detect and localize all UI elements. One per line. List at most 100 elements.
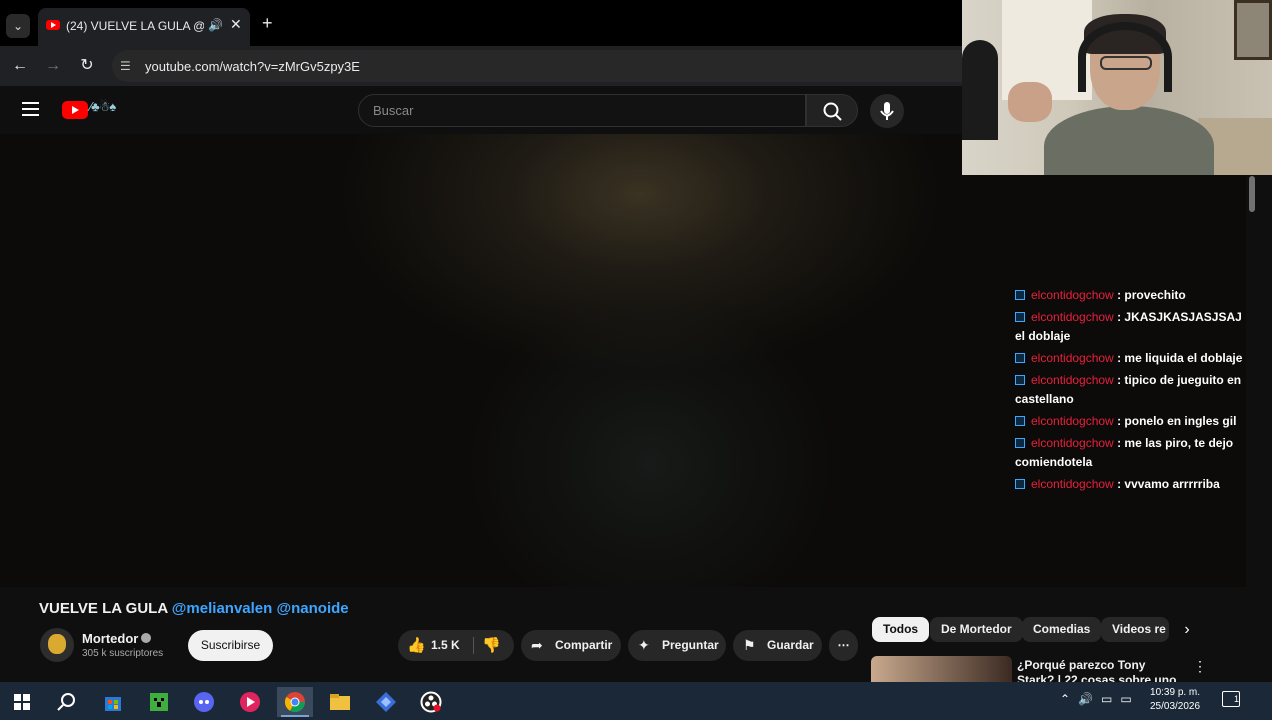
chat-badge-icon xyxy=(1015,290,1025,300)
browser-tab[interactable]: (24) VUELVE LA GULA @melianvalen 🔊 ✕ xyxy=(38,8,250,46)
youtube-favicon-icon xyxy=(46,20,60,30)
minecraft-icon[interactable] xyxy=(141,687,177,717)
chat-message: elcontidogchow : JKASJKASJASJSAJ el dobl… xyxy=(1015,308,1243,346)
chrome-icon[interactable] xyxy=(277,687,313,717)
page-scrollbar-thumb[interactable] xyxy=(1249,176,1255,212)
media-player-icon[interactable] xyxy=(232,687,268,717)
chat-badge-icon xyxy=(1015,375,1025,385)
like-divider xyxy=(473,637,474,654)
chat-text: : ponelo en ingles gil xyxy=(1117,414,1237,428)
chat-message: elcontidogchow : provechito xyxy=(1015,286,1243,305)
video-title: VUELVE LA GULA @melianvalen @nanoide xyxy=(39,600,349,617)
microphone-icon xyxy=(880,102,894,120)
webcam-guitar xyxy=(962,40,998,140)
chat-username: elcontidogchow xyxy=(1031,351,1114,365)
chat-text: : provechito xyxy=(1117,288,1186,302)
new-tab-icon[interactable]: + xyxy=(262,14,273,32)
kebab-menu-icon[interactable]: ⋮ xyxy=(1193,658,1207,675)
windows-start-icon[interactable] xyxy=(4,687,40,717)
notification-center-icon[interactable]: 1 xyxy=(1222,691,1240,707)
clock-date: 25/03/2026 xyxy=(1150,701,1201,712)
chat-username: elcontidogchow xyxy=(1031,436,1114,450)
search-input[interactable]: Buscar xyxy=(358,94,806,127)
chat-badge-icon xyxy=(1015,438,1025,448)
chevron-right-icon[interactable]: › xyxy=(1176,617,1198,642)
site-info-icon[interactable]: ☰ xyxy=(120,59,134,73)
like-count[interactable]: 1.5 K xyxy=(431,630,460,661)
recommendation-thumbnail[interactable] xyxy=(871,656,1012,682)
search-icon[interactable] xyxy=(49,687,85,717)
youtube-logo-icon[interactable] xyxy=(62,101,88,119)
tab-search-menu-icon[interactable]: ⌄ xyxy=(6,14,30,38)
close-tab-icon[interactable]: ✕ xyxy=(230,16,242,33)
chip-de-mortedor[interactable]: De Mortedor xyxy=(930,617,1023,642)
sparkle-icon: ✦ xyxy=(638,637,650,653)
reload-icon[interactable]: ↻ xyxy=(76,55,98,77)
forward-arrow-icon[interactable]: → xyxy=(42,55,64,77)
clock-time: 10:39 p. m. xyxy=(1150,687,1201,698)
chip-videos[interactable]: Videos re xyxy=(1101,617,1169,642)
share-button[interactable]: ➦ Compartir xyxy=(521,630,621,661)
store-icon[interactable] xyxy=(95,687,131,717)
app-diamond-icon[interactable] xyxy=(368,687,404,717)
webcam-person-body xyxy=(1044,106,1214,175)
dislike-icon[interactable]: 👎 xyxy=(482,630,501,661)
chat-message: elcontidogchow : tipico de jueguito en c… xyxy=(1015,371,1243,409)
like-icon[interactable]: 👍 xyxy=(407,630,426,661)
chat-badge-icon xyxy=(1015,416,1025,426)
logo-doodle-icon[interactable]: ⁄♣☃♠ xyxy=(90,99,116,115)
webcam-glasses xyxy=(1100,56,1152,70)
search-button[interactable] xyxy=(806,94,858,127)
chat-text: : me liquida el doblaje xyxy=(1117,351,1243,365)
webcam-hands xyxy=(1008,82,1052,122)
chip-todos[interactable]: Todos xyxy=(872,617,930,642)
bookmark-icon: ⚑ xyxy=(743,637,756,653)
chip-comedias[interactable]: Comedias xyxy=(1022,617,1102,642)
menu-icon[interactable] xyxy=(22,102,39,116)
channel-avatar[interactable] xyxy=(40,628,74,662)
subscribe-button[interactable]: Suscribirse xyxy=(188,630,273,661)
chat-username: elcontidogchow xyxy=(1031,373,1114,387)
share-icon: ➦ xyxy=(531,637,543,653)
chat-badge-icon xyxy=(1015,479,1025,489)
speaker-icon[interactable]: 🔊 xyxy=(208,18,223,32)
file-explorer-icon[interactable] xyxy=(322,687,358,717)
search-icon xyxy=(823,102,842,121)
page-scrollbar[interactable] xyxy=(1246,175,1258,680)
voice-search-button[interactable] xyxy=(870,94,904,128)
taskbar-clock[interactable]: 10:39 p. m. 25/03/2026 xyxy=(1150,686,1200,714)
obs-recording-icon[interactable] xyxy=(413,687,449,717)
more-actions-icon[interactable]: ⋯ xyxy=(829,630,858,661)
stream-chat-overlay: elcontidogchow : provechito elcontidogch… xyxy=(1015,286,1243,497)
chat-username: elcontidogchow xyxy=(1031,477,1114,491)
search-placeholder: Buscar xyxy=(373,103,414,118)
verified-icon xyxy=(141,633,151,643)
recommendation-title[interactable]: ¿Porqué parezco Tony Stark? | 22 cosas s… xyxy=(1017,658,1182,682)
tab-title: (24) VUELVE LA GULA @melianvalen xyxy=(66,19,204,33)
chat-message: elcontidogchow : vvvamo arrrrriba xyxy=(1015,475,1243,494)
save-button[interactable]: ⚑ Guardar xyxy=(733,630,822,661)
save-label: Guardar xyxy=(767,638,814,652)
chat-message: elcontidogchow : ponelo en ingles gil xyxy=(1015,412,1243,431)
chat-badge-icon xyxy=(1015,312,1025,322)
chat-username: elcontidogchow xyxy=(1031,288,1114,302)
ask-button[interactable]: ✦ Preguntar xyxy=(628,630,726,661)
mention-link[interactable]: @melianvalen xyxy=(172,600,273,617)
url-text: youtube.com/watch?v=zMrGv5zpy3E xyxy=(145,59,360,74)
mention-link[interactable]: @nanoide xyxy=(276,600,348,617)
subscriber-count: 305 k suscriptores xyxy=(82,648,164,659)
channel-name[interactable]: Mortedor xyxy=(82,631,138,646)
system-tray-icons[interactable]: ⌃🔊▭▭ xyxy=(1060,692,1140,706)
share-label: Compartir xyxy=(555,638,613,652)
video-title-text: VUELVE LA GULA xyxy=(39,600,168,617)
chat-badge-icon xyxy=(1015,353,1025,363)
back-arrow-icon[interactable]: ← xyxy=(9,55,31,77)
address-bar[interactable]: ☰ youtube.com/watch?v=zMrGv5zpy3E xyxy=(112,50,982,82)
webcam-wall-frame xyxy=(1234,0,1272,60)
chat-text: : vvvamo arrrrriba xyxy=(1117,477,1220,491)
like-dislike-group: 👍 1.5 K 👎 xyxy=(398,630,514,661)
chat-message: elcontidogchow : me liquida el doblaje xyxy=(1015,349,1243,368)
chat-message: elcontidogchow : me las piro, te dejo co… xyxy=(1015,434,1243,472)
chat-username: elcontidogchow xyxy=(1031,414,1114,428)
discord-icon[interactable] xyxy=(186,687,222,717)
